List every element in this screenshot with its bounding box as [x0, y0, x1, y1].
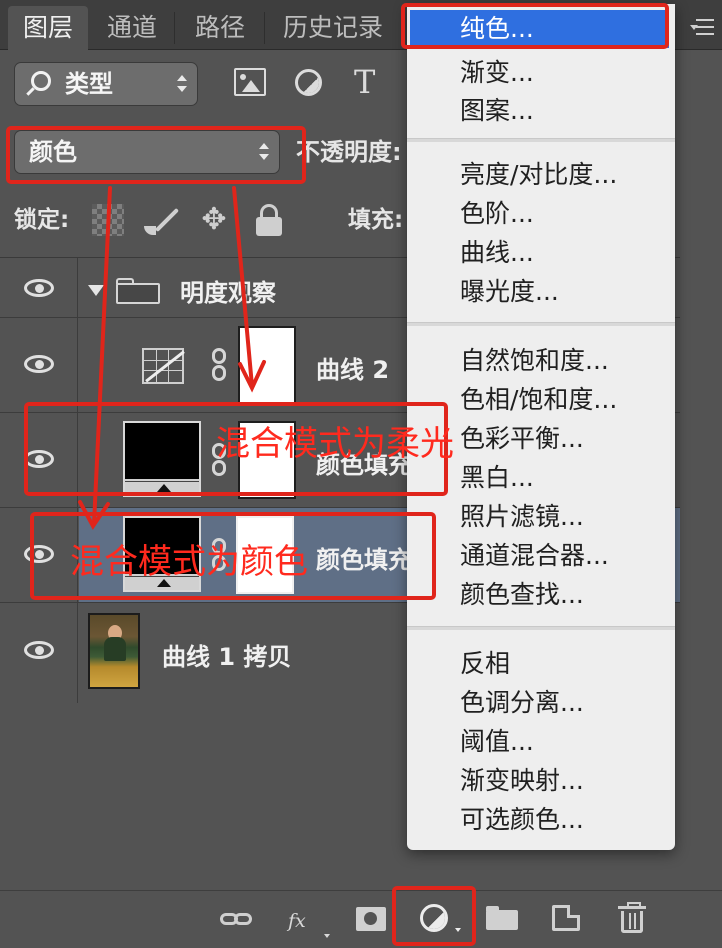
eye-icon[interactable]: [24, 355, 54, 373]
search-icon: [31, 71, 51, 91]
filter-type-layers-icon[interactable]: T: [354, 62, 375, 102]
menu-item-pattern[interactable]: 图案...: [407, 94, 675, 128]
new-layer-icon[interactable]: [552, 905, 580, 931]
curves-adjustment-icon: [142, 348, 184, 384]
menu-item-vibrance[interactable]: 自然饱和度...: [407, 344, 675, 378]
highlight-box-solid-color: [401, 3, 669, 49]
layer-name: 明度观察: [180, 279, 276, 307]
menu-item-exposure[interactable]: 曝光度...: [407, 275, 675, 309]
layer-style-fx-icon[interactable]: fx: [288, 901, 330, 938]
menu-item-brightness-contrast[interactable]: 亮度/对比度...: [407, 158, 675, 192]
layer-filter-select[interactable]: 类型: [14, 62, 198, 106]
panel-menu-icon[interactable]: [690, 17, 714, 37]
lock-position-icon[interactable]: ✥: [198, 204, 230, 236]
layer-mask-thumbnail[interactable]: [238, 326, 296, 404]
filter-pixel-layers-icon[interactable]: [234, 68, 266, 96]
filter-kind-label: 类型: [65, 70, 113, 98]
menu-item-gradient-map[interactable]: 渐变映射...: [407, 764, 675, 798]
lock-label: 锁定:: [14, 207, 70, 233]
layer-name: 曲线 1 拷贝: [162, 643, 292, 671]
menu-separator: [407, 322, 675, 326]
tab-layers[interactable]: 图层: [8, 6, 88, 50]
annotation-soft-light-note: 混合模式为柔光: [216, 424, 454, 464]
delete-layer-icon[interactable]: [618, 902, 646, 933]
menu-separator: [407, 138, 675, 142]
tab-paths[interactable]: 路径: [178, 6, 262, 50]
filter-adjustment-layers-icon[interactable]: [295, 69, 322, 96]
link-layers-icon[interactable]: [220, 910, 254, 928]
photo-thumbnail[interactable]: [88, 613, 140, 689]
lock-all-icon[interactable]: [254, 204, 286, 236]
menu-item-threshold[interactable]: 阈值...: [407, 725, 675, 759]
tab-divider: [174, 12, 175, 44]
tab-history[interactable]: 历史记录: [268, 6, 398, 50]
opacity-label: 不透明度:: [296, 138, 402, 166]
new-group-icon[interactable]: [486, 906, 518, 930]
menu-item-gradient[interactable]: 渐变...: [407, 56, 675, 90]
eye-icon[interactable]: [24, 279, 54, 297]
menu-item-photo-filter[interactable]: 照片滤镜...: [407, 500, 675, 534]
highlight-box-blend-mode: [6, 126, 306, 184]
lock-transparent-pixels-icon[interactable]: [92, 204, 124, 236]
tab-divider: [264, 12, 265, 44]
tab-channels[interactable]: 通道: [92, 6, 172, 50]
disclosure-triangle-icon[interactable]: [88, 285, 104, 296]
lock-image-pixels-icon[interactable]: [144, 204, 176, 236]
menu-separator: [407, 626, 675, 630]
fill-label: 填充:: [348, 207, 404, 233]
stepper-arrows-icon: [177, 75, 187, 93]
menu-item-invert[interactable]: 反相: [407, 647, 675, 681]
menu-item-curves[interactable]: 曲线...: [407, 236, 675, 270]
eye-icon[interactable]: [24, 641, 54, 659]
folder-icon: [116, 278, 160, 304]
highlight-box-adjustment-button: [392, 886, 476, 946]
annotation-color-note: 混合模式为颜色: [70, 542, 308, 582]
menu-item-selective-color[interactable]: 可选颜色...: [407, 803, 675, 837]
link-icon[interactable]: [210, 348, 228, 382]
layers-panel-toolbar: fx: [0, 890, 722, 948]
menu-item-color-lookup[interactable]: 颜色查找...: [407, 578, 675, 612]
menu-item-levels[interactable]: 色阶...: [407, 197, 675, 231]
menu-item-channel-mixer[interactable]: 通道混合器...: [407, 539, 675, 573]
layer-name: 曲线 2: [316, 356, 390, 384]
add-mask-icon[interactable]: [356, 907, 386, 931]
menu-item-posterize[interactable]: 色调分离...: [407, 686, 675, 720]
